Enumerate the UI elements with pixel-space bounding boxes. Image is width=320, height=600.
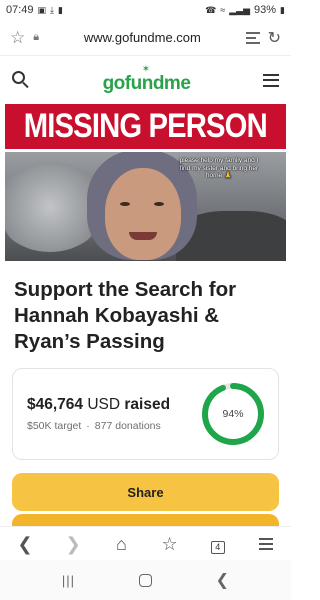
wifi-icon: ≈	[220, 4, 226, 15]
signal-icon: ▂▃▅	[229, 4, 251, 15]
status-left: 07:49 ▣ ⤓ ▮	[6, 4, 63, 16]
hero-caption: please help my family and I find my sist…	[179, 157, 259, 179]
status-bar: 07:49 ▣ ⤓ ▮ ☎ ≈ ▂▃▅ 93% ▮	[0, 0, 291, 20]
target-amount: $50K target	[27, 420, 82, 432]
search-icon[interactable]	[12, 71, 30, 89]
bookmark-star-icon[interactable]: ☆	[10, 28, 25, 48]
raised-line: $46,764 USD raised	[27, 396, 170, 414]
back-nav-icon[interactable]: ❮	[216, 570, 229, 590]
share-button[interactable]: Share	[12, 473, 279, 511]
donate-button[interactable]	[12, 514, 279, 526]
gofundme-logo[interactable]: ✶ gofundme	[102, 65, 191, 94]
browser-toolbar: ❮ ❯ ⌂ ☆ 4	[0, 526, 291, 560]
home-nav-icon[interactable]	[138, 573, 152, 587]
progress-ring: 94%	[200, 381, 266, 447]
lock-icon[interactable]: 🔒︎	[33, 31, 39, 44]
tab-count: 4	[210, 540, 225, 554]
alarm-icon: ☎	[205, 4, 217, 15]
sim-icon: ▮	[58, 4, 63, 15]
target-line: $50K target · 877 donations	[27, 420, 170, 432]
raised-label: raised	[124, 396, 171, 413]
bookmarks-icon[interactable]: ☆	[157, 534, 183, 554]
campaign-title: Support the Search for Hannah Kobayashi …	[14, 278, 237, 353]
missing-person-banner: MISSING PERSON	[5, 104, 286, 152]
menu-icon[interactable]	[262, 73, 279, 87]
separator-dot: ·	[86, 420, 90, 432]
refresh-icon[interactable]: ↻	[268, 28, 281, 48]
url-field[interactable]: www.gofundme.com	[47, 30, 237, 45]
status-time: 07:49	[6, 4, 34, 16]
logo-text: gofundme	[102, 73, 191, 94]
raised-amount: $46,764	[27, 396, 84, 413]
donation-count: 877 donations	[94, 420, 161, 432]
site-header: ✶ gofundme	[0, 56, 291, 104]
banner-text: MISSING PERSON	[23, 107, 268, 145]
browser-menu-icon[interactable]	[258, 537, 273, 550]
battery-percent: 93%	[254, 4, 277, 16]
image-icon: ▣	[37, 4, 47, 15]
recents-icon[interactable]: |||	[62, 573, 75, 588]
back-icon[interactable]: ❮	[12, 534, 38, 554]
raised-currency: USD	[87, 396, 121, 413]
url-bar: ☆ 🔒︎ www.gofundme.com ↻	[0, 20, 291, 56]
progress-card: $46,764 USD raised $50K target · 877 donat…	[12, 368, 279, 460]
tabs-icon[interactable]: 4	[205, 534, 231, 554]
campaign-hero-image[interactable]: MISSING PERSON please help my family and…	[5, 104, 286, 261]
battery-icon: ▮	[280, 4, 285, 15]
status-right: ☎ ≈ ▂▃▅ 93% ▮	[205, 4, 285, 16]
reader-mode-icon[interactable]	[245, 31, 260, 44]
system-nav-bar: ||| ❮	[0, 560, 291, 600]
forward-icon[interactable]: ❯	[60, 534, 86, 554]
home-icon[interactable]: ⌂	[108, 534, 134, 554]
progress-percent: 94%	[222, 408, 244, 420]
download-icon: ⤓	[50, 4, 55, 15]
hero-photo: please help my family and I find my sist…	[5, 152, 286, 261]
progress-text: $46,764 USD raised $50K target · 877 donat…	[27, 396, 170, 432]
